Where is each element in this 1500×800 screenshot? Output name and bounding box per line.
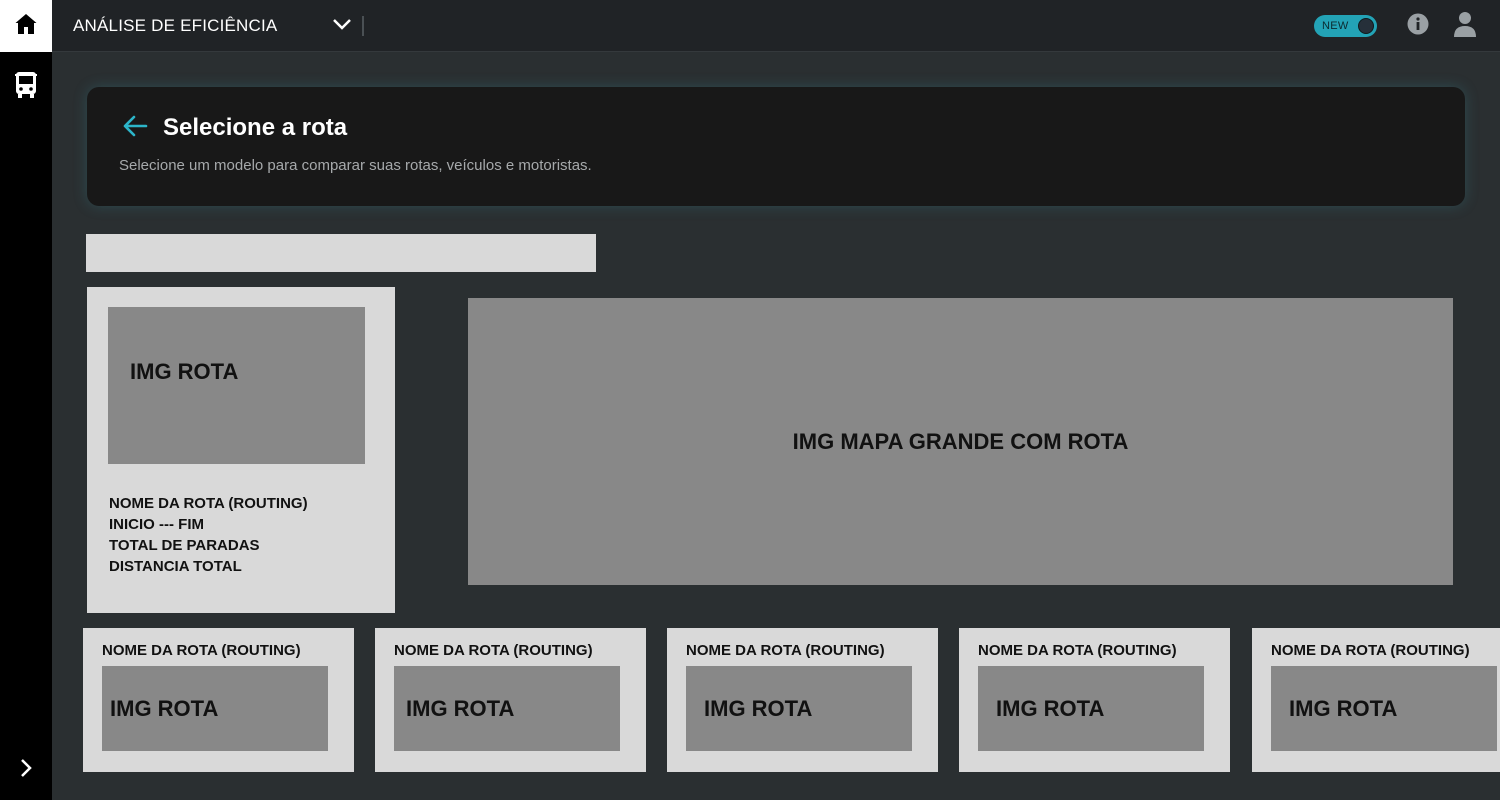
toggle-knob — [1358, 18, 1374, 34]
page-subtitle: Selecione um modelo para comparar suas r… — [119, 157, 592, 174]
user-icon — [1453, 11, 1477, 42]
top-bar: ANÁLISE DE EFICIÊNCIA NEW — [52, 0, 1500, 52]
route-card-name: NOME DA ROTA (ROUTING) — [978, 642, 1177, 659]
info-button[interactable] — [1406, 13, 1430, 40]
route-card-image: IMG ROTA — [978, 666, 1204, 751]
chevron-right-icon — [18, 758, 34, 783]
route-search-input[interactable] — [86, 234, 596, 272]
route-card-image-label: IMG ROTA — [110, 696, 219, 721]
route-option-card[interactable]: NOME DA ROTA (ROUTING) IMG ROTA — [667, 628, 938, 772]
chevron-down-icon — [332, 17, 352, 36]
route-option-card[interactable]: NOME DA ROTA (ROUTING) IMG ROTA — [959, 628, 1230, 772]
home-icon — [14, 12, 38, 41]
route-card-image: IMG ROTA — [394, 666, 620, 751]
route-card-image-label: IMG ROTA — [996, 696, 1105, 721]
route-option-card[interactable]: NOME DA ROTA (ROUTING) IMG ROTA — [1252, 628, 1500, 772]
route-total-stops: TOTAL DE PARADAS — [109, 537, 260, 554]
route-name: NOME DA ROTA (ROUTING) — [109, 495, 308, 512]
map-label: IMG MAPA GRANDE COM ROTA — [792, 428, 1129, 454]
expand-sidebar-button[interactable] — [0, 750, 52, 790]
route-card-image: IMG ROTA — [1271, 666, 1497, 751]
route-option-card[interactable]: NOME DA ROTA (ROUTING) IMG ROTA — [83, 628, 354, 772]
app-title: ANÁLISE DE EFICIÊNCIA — [73, 16, 278, 35]
route-total-distance: DISTANCIA TOTAL — [109, 558, 242, 575]
route-card-name: NOME DA ROTA (ROUTING) — [102, 642, 301, 659]
route-card-image: IMG ROTA — [686, 666, 912, 751]
info-icon — [1407, 13, 1429, 40]
route-card-name: NOME DA ROTA (ROUTING) — [686, 642, 885, 659]
new-toggle-label: NEW — [1322, 20, 1349, 32]
route-card-image-label: IMG ROTA — [406, 696, 515, 721]
route-card-image-label: IMG ROTA — [704, 696, 813, 721]
bus-icon — [14, 71, 38, 104]
title-divider — [362, 16, 364, 36]
route-card-name: NOME DA ROTA (ROUTING) — [1271, 642, 1470, 659]
page-title: Selecione a rota — [163, 114, 348, 141]
new-version-toggle[interactable]: NEW — [1314, 15, 1377, 37]
left-nav-rail — [0, 0, 52, 800]
route-card-image: IMG ROTA — [102, 666, 328, 751]
selected-route-card[interactable]: IMG ROTA NOME DA ROTA (ROUTING) INICIO -… — [87, 287, 395, 613]
back-button[interactable] — [121, 114, 149, 142]
route-selection-header: Selecione a rota Selecione um modelo par… — [87, 87, 1465, 206]
route-image-label: IMG ROTA — [130, 359, 239, 384]
user-profile-button[interactable] — [1452, 11, 1478, 42]
vehicles-nav-button[interactable] — [0, 66, 52, 108]
home-button[interactable] — [0, 0, 52, 52]
route-card-name: NOME DA ROTA (ROUTING) — [394, 642, 593, 659]
title-dropdown-button[interactable] — [330, 15, 354, 37]
route-start-end: INICIO --- FIM — [109, 516, 204, 533]
arrow-left-icon — [122, 115, 148, 142]
route-info: NOME DA ROTA (ROUTING) INICIO --- FIM TO… — [109, 493, 308, 577]
route-image-placeholder: IMG ROTA — [108, 307, 365, 464]
route-option-card[interactable]: NOME DA ROTA (ROUTING) IMG ROTA — [375, 628, 646, 772]
route-map[interactable]: IMG MAPA GRANDE COM ROTA — [468, 298, 1453, 585]
route-card-image-label: IMG ROTA — [1289, 696, 1398, 721]
